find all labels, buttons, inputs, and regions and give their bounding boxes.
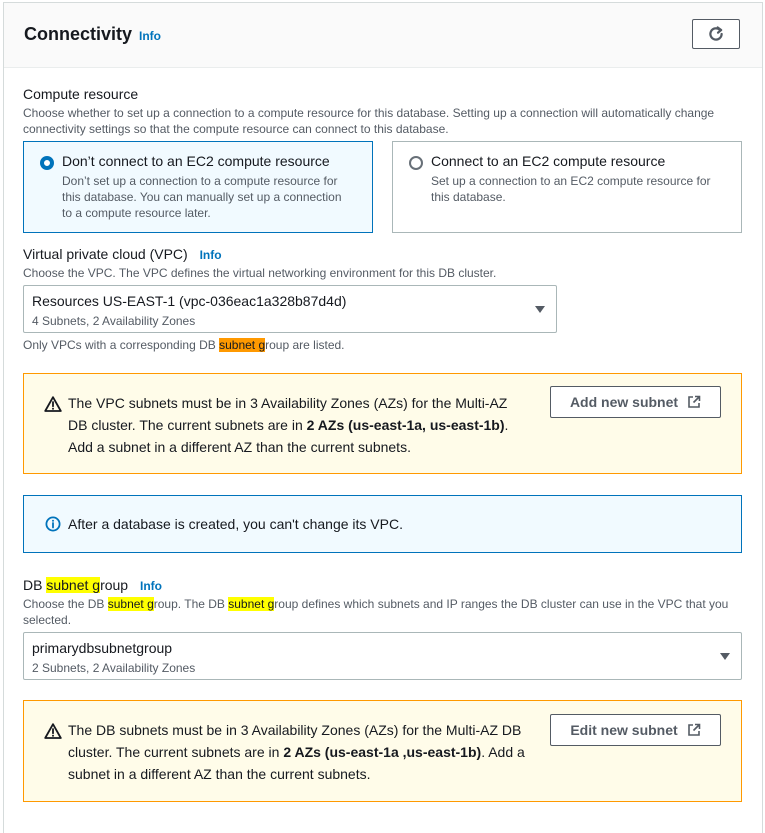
subnet-group-desc-text: Choose the DB [23, 597, 108, 611]
subnet-group-label-text: DB [23, 577, 47, 593]
refresh-button[interactable] [692, 19, 740, 49]
option-description-2: this database. You can manually set up a… [62, 190, 342, 204]
subnet-warning-text: . Add a [481, 744, 525, 760]
subnet-warning-line-1: The DB subnets must be in 3 Availability… [68, 722, 522, 738]
vpc-selected-sub: 4 Subnets, 2 Availability Zones [32, 314, 196, 328]
subnet-group-label: DB subnet group Info [23, 577, 162, 593]
search-highlight: subnet g [46, 577, 101, 593]
vpc-warning-line-1: The VPC subnets must be in 3 Availabilit… [68, 395, 508, 411]
panel-title: Connectivity [24, 24, 133, 44]
vpc-label-text: Virtual private cloud (VPC) [23, 246, 188, 262]
option-description-1: Set up a connection to an EC2 compute re… [431, 174, 711, 188]
compute-resource-description-1: Choose whether to set up a connection to… [23, 106, 715, 120]
add-new-subnet-button[interactable]: Add new subnet [550, 386, 721, 418]
vpc-subnet-warning-alert: The VPC subnets must be in 3 Availabilit… [23, 373, 742, 474]
vpc-info-link[interactable]: Info [200, 248, 222, 262]
option-description-1: Don’t set up a connection to a compute r… [62, 174, 338, 188]
vpc-warning-text: DB cluster. The current subnets are in [68, 417, 307, 433]
subnet-warning-line-2: cluster. The current subnets are in 2 AZ… [68, 741, 525, 763]
vpc-info-alert: After a database is created, you can't c… [23, 495, 742, 553]
external-link-icon [688, 395, 701, 408]
compute-resource-description-2: connectivity settings so that the comput… [23, 122, 449, 136]
warning-icon [44, 396, 62, 412]
external-link-icon [687, 723, 700, 736]
radio-unselected[interactable] [409, 156, 423, 170]
edit-new-subnet-button[interactable]: Edit new subnet [550, 714, 721, 746]
subnet-group-label-text: roup [100, 577, 129, 593]
vpc-select[interactable]: Resources US-EAST-1 (vpc-036eac1a328b87d… [23, 285, 557, 333]
subnet-group-select[interactable]: primarydbsubnetgroup 2 Subnets, 2 Availa… [23, 632, 742, 680]
caret-down-icon [535, 306, 545, 313]
db-subnet-warning-alert: The DB subnets must be in 3 Availability… [23, 700, 742, 802]
refresh-icon [709, 26, 723, 41]
subnet-group-description-1: Choose the DB subnet group. The DB subne… [23, 596, 728, 612]
search-highlight: subnet g [107, 597, 154, 611]
ec2-connection-option[interactable]: Connect to an EC2 compute resource Set u… [392, 141, 742, 233]
info-link[interactable]: Info [139, 29, 161, 43]
subnet-group-desc-text: roup. The DB [153, 597, 229, 611]
info-circle-icon [45, 516, 61, 532]
vpc-warning-az-list: 2 AZs (us-east-1a, us-east-1b) [306, 417, 505, 433]
caret-down-icon [720, 653, 730, 660]
subnet-group-info-link[interactable]: Info [140, 579, 162, 593]
subnet-group-selected-value: primarydbsubnetgroup [32, 640, 173, 656]
search-highlight: subnet g [228, 597, 275, 611]
vpc-label: Virtual private cloud (VPC) Info [23, 246, 222, 262]
vpc-description: Choose the VPC. The VPC defines the virt… [23, 266, 497, 280]
search-highlight-current: subnet g [219, 338, 266, 352]
option-description-3: to a compute resource later. [62, 206, 211, 220]
subnet-warning-line-3: subnet in a different AZ than the curren… [68, 766, 371, 782]
subnet-group-desc-text: roup defines which subnets and IP ranges… [274, 597, 729, 611]
edit-new-subnet-label: Edit new subnet [570, 722, 678, 738]
option-title: Don’t connect to an EC2 compute resource [62, 153, 330, 169]
vpc-hint-text: roup are listed. [265, 338, 345, 352]
vpc-hint-text: Only VPCs with a corresponding DB [23, 338, 220, 352]
vpc-info-text: After a database is created, you can't c… [68, 516, 403, 532]
add-new-subnet-label: Add new subnet [569, 394, 679, 410]
subnet-warning-text: cluster. The current subnets are in [68, 744, 284, 760]
vpc-warning-line-2: DB cluster. The current subnets are in 2… [68, 414, 508, 436]
vpc-hint: Only VPCs with a corresponding DB subnet… [23, 337, 345, 353]
subnet-group-selected-sub: 2 Subnets, 2 Availability Zones [32, 661, 196, 675]
no-ec2-connection-option[interactable]: Don’t connect to an EC2 compute resource… [23, 141, 373, 233]
option-description-2: this database. [431, 190, 506, 204]
subnet-warning-az-list: 2 AZs (us-east-1a ,us-east-1b) [283, 744, 482, 760]
subnet-group-description-2: selected. [23, 613, 72, 627]
vpc-warning-line-3: Add a subnet in a different AZ than the … [68, 439, 411, 455]
vpc-selected-value: Resources US-EAST-1 (vpc-036eac1a328b87d… [32, 293, 347, 309]
panel-header: Connectivity Info [4, 3, 762, 68]
option-title: Connect to an EC2 compute resource [431, 153, 666, 169]
compute-resource-label: Compute resource [23, 86, 139, 102]
vpc-warning-text: . [504, 417, 509, 433]
radio-selected[interactable] [40, 156, 54, 170]
warning-icon [44, 723, 62, 739]
